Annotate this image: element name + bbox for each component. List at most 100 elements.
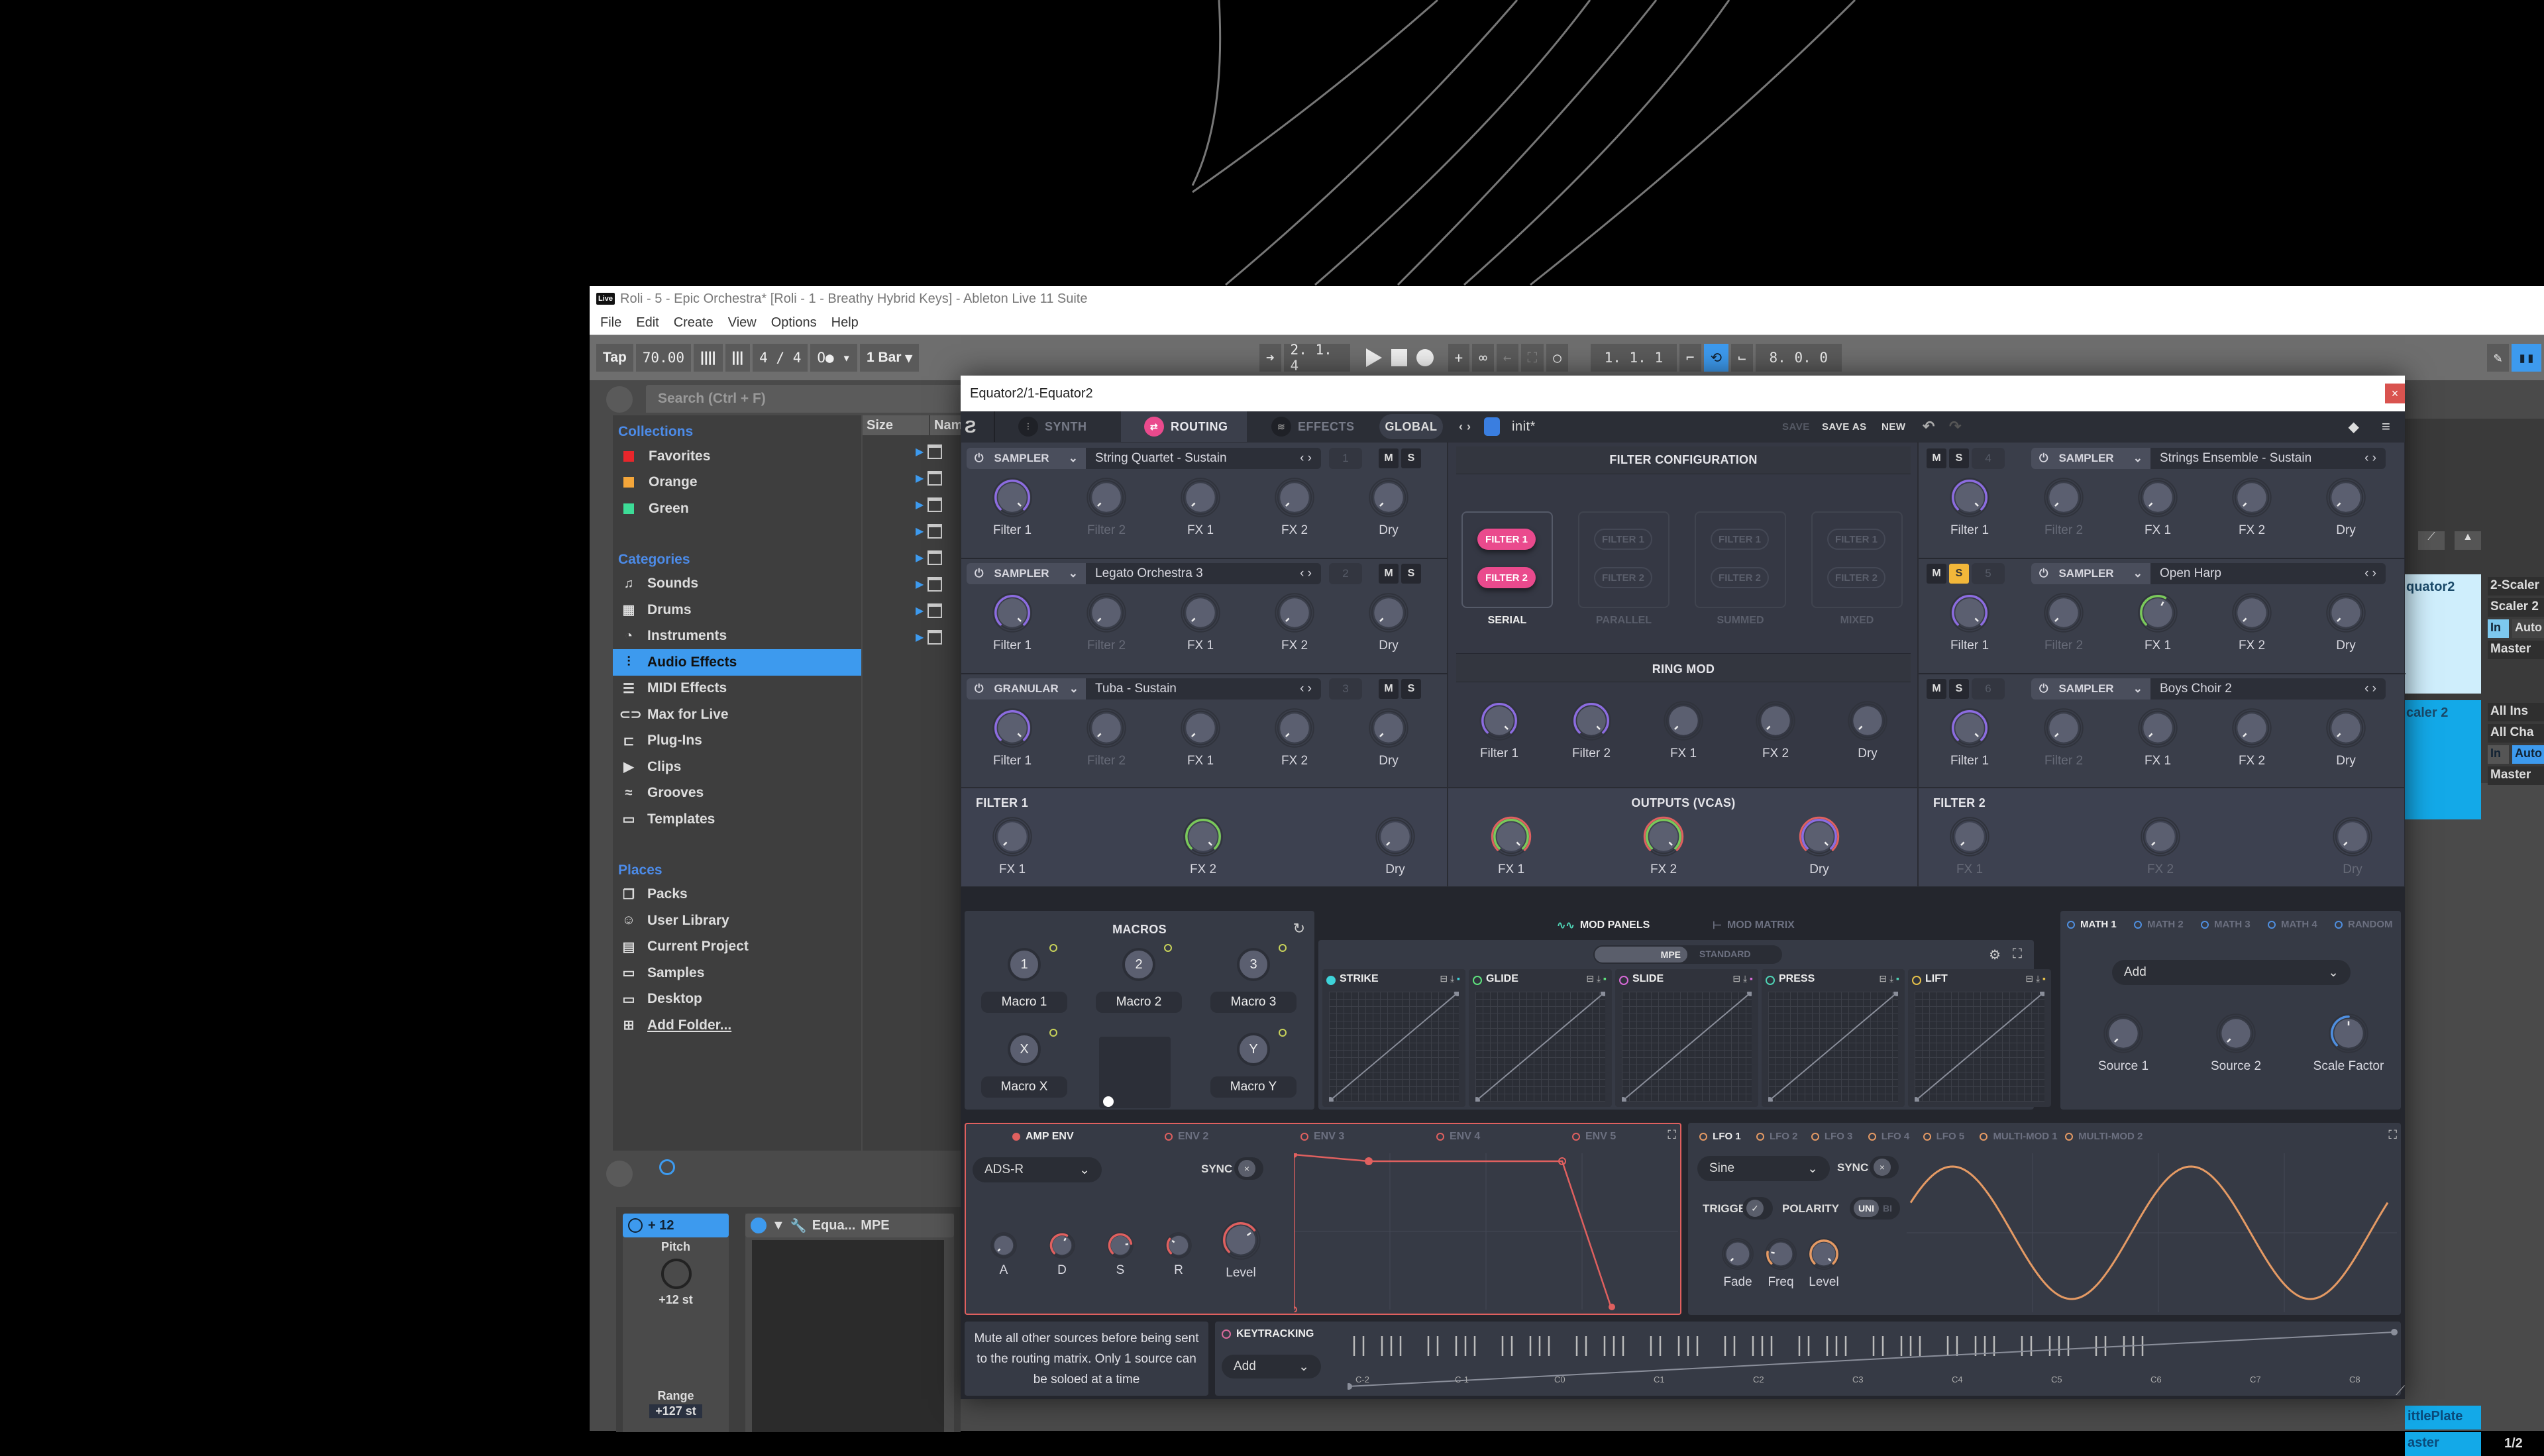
math-knob[interactable]: Scale Factor — [2312, 1010, 2385, 1074]
power-icon[interactable]: ⏻ — [2039, 682, 2048, 696]
lfo-tab-lfo-1[interactable]: LFO 1 — [1699, 1131, 1741, 1142]
math-knob[interactable]: Source 1 — [2087, 1010, 2160, 1074]
solo-button[interactable]: S — [1401, 448, 1421, 468]
env-sync-toggle[interactable]: × — [1234, 1157, 1263, 1180]
follow-icon[interactable]: ➜ — [1259, 344, 1281, 372]
place-addfolder[interactable]: ⊞ Add Folder... — [613, 1012, 861, 1039]
source-preset[interactable]: Strings Ensemble - Sustain ‹ › — [2150, 448, 2386, 469]
loop-toggle-icon[interactable]: ⟲ — [1703, 344, 1729, 372]
category-midi-effects[interactable]: ☰ MIDI Effects — [613, 676, 861, 702]
folder-row[interactable]: ▶ — [916, 521, 943, 541]
filter-output-knob[interactable]: FX 1 — [976, 813, 1049, 877]
mpe-curve-editor[interactable] — [1620, 990, 1754, 1104]
output-knob[interactable]: Dry — [1783, 813, 1856, 877]
folder-row[interactable]: ▶ — [916, 495, 943, 515]
expand-arrow-icon[interactable]: ▶ — [916, 604, 924, 617]
place-packs[interactable]: ❐ Packs — [613, 882, 861, 908]
pitch-device-header[interactable]: + 12 — [623, 1214, 729, 1237]
mute-button[interactable]: M — [1927, 679, 1946, 699]
source-preset[interactable]: Open Harp ‹ › — [2150, 563, 2386, 584]
expand-arrow-icon[interactable]: ▶ — [916, 445, 924, 458]
source-preset[interactable]: String Quartet - Sustain ‹ › — [1086, 448, 1321, 469]
play-icon[interactable] — [1365, 348, 1382, 367]
ring-mod-knob[interactable]: FX 2 — [1739, 698, 1812, 761]
punch-in-icon[interactable]: ⌐ — [1679, 344, 1701, 372]
source-type-select[interactable]: ⏻ SAMPLER ⌄ — [967, 448, 1086, 469]
track-io-select[interactable]: Master — [2488, 641, 2544, 659]
keytracking-mode-select[interactable]: Add ⌄ — [1222, 1355, 1321, 1378]
math-mode-select[interactable]: Add ⌄ — [2112, 960, 2351, 985]
headphones-icon[interactable] — [659, 1159, 675, 1175]
power-icon[interactable]: ⏻ — [975, 682, 983, 696]
route-knob-filter-1[interactable]: Filter 1 — [1933, 590, 2006, 653]
trigger-toggle[interactable]: ✓ — [1742, 1197, 1773, 1220]
menu-view[interactable]: View — [728, 315, 757, 331]
tab-mod-matrix[interactable]: ⊢ MOD MATRIX — [1713, 919, 1795, 932]
lfo-sync-toggle[interactable]: × — [1870, 1156, 1899, 1178]
power-icon[interactable]: ⏻ — [2039, 452, 2048, 465]
route-knob-fx-1[interactable]: FX 1 — [1164, 705, 1237, 768]
metronome-toggle[interactable]: O● ▾ — [810, 344, 857, 372]
arrangement-position[interactable]: 2. 1. 4 — [1283, 342, 1350, 374]
place-samples[interactable]: ▭ Samples — [613, 960, 861, 986]
route-knob-filter-2[interactable]: Filter 2 — [1070, 705, 1143, 768]
filter-output-knob[interactable]: FX 2 — [1167, 813, 1240, 877]
device-power-icon[interactable] — [751, 1218, 767, 1233]
route-knob-fx-1[interactable]: FX 1 — [1164, 474, 1237, 538]
nudge-down-icon[interactable]: |||| — [694, 344, 723, 372]
power-icon[interactable]: ⏻ — [2039, 567, 2048, 580]
menu-file[interactable]: File — [600, 315, 621, 331]
route-knob-dry[interactable]: Dry — [2309, 705, 2382, 768]
mpe-standard-toggle[interactable]: MPE STANDARD — [1593, 945, 1782, 964]
category-clips[interactable]: ▶ Clips — [613, 754, 861, 780]
ring-mod-knob[interactable]: Dry — [1831, 698, 1904, 761]
mpe-curve-editor[interactable] — [1913, 990, 2046, 1104]
route-knob-fx-2[interactable]: FX 2 — [1258, 705, 1331, 768]
menu-options[interactable]: Options — [771, 315, 817, 331]
preset-nav-icon[interactable]: ‹ › — [2364, 566, 2376, 581]
name-column-header[interactable]: Name — [930, 415, 970, 435]
route-knob-filter-1[interactable]: Filter 1 — [976, 590, 1049, 653]
filter-mode-serial[interactable] — [1461, 511, 1553, 608]
collection-orange[interactable]: Orange — [613, 470, 861, 496]
record-icon[interactable] — [1416, 349, 1434, 366]
macro-dial[interactable]: 1 — [1008, 948, 1041, 981]
mute-button[interactable]: M — [1379, 679, 1399, 699]
place-userlibrary[interactable]: ☺ User Library — [613, 908, 861, 934]
macro-dial[interactable]: X — [1008, 1033, 1041, 1066]
quantize-select[interactable]: 1 Bar ▾ — [859, 344, 919, 372]
mpe-curve-editor[interactable] — [1327, 990, 1461, 1104]
track-io-select[interactable]: All Ins — [2488, 703, 2544, 721]
preset-nav-icon[interactable]: ‹ › — [1300, 566, 1312, 581]
route-knob-fx-2[interactable]: FX 2 — [1258, 474, 1331, 538]
folder-row[interactable]: ▶ — [916, 627, 943, 647]
source-preset[interactable]: Legato Orchestra 3 ‹ › — [1086, 563, 1321, 584]
curve-icons[interactable]: ⊟ ⤓ ▪ — [1440, 973, 1460, 984]
range-value[interactable]: +127 st — [649, 1404, 702, 1418]
route-knob-filter-2[interactable]: Filter 2 — [2027, 590, 2100, 653]
math-tab-random[interactable]: RANDOM — [2335, 919, 2393, 930]
mpe-curve-editor[interactable] — [1766, 990, 1900, 1104]
category-plug-ins[interactable]: ⊏ Plug-Ins — [613, 728, 861, 754]
search-input[interactable]: Search (Ctrl + F) — [646, 385, 964, 413]
route-knob-filter-1[interactable]: Filter 1 — [976, 474, 1049, 538]
math-tab-math-2[interactable]: MATH 2 — [2134, 919, 2184, 930]
return-track[interactable]: ittlePlate — [2405, 1406, 2481, 1430]
category-drums[interactable]: ▦ Drums — [613, 597, 861, 623]
math-tab-math-3[interactable]: MATH 3 — [2201, 919, 2251, 930]
route-knob-dry[interactable]: Dry — [1352, 474, 1425, 538]
env-tab-env-3[interactable]: ENV 3 — [1300, 1131, 1344, 1143]
route-knob-dry[interactable]: Dry — [1352, 705, 1425, 768]
expand-arrow-icon[interactable]: ▶ — [916, 631, 924, 644]
session-record-icon[interactable]: ○ — [1546, 344, 1568, 372]
lfo-tab-lfo-2[interactable]: LFO 2 — [1756, 1131, 1797, 1142]
solo-button[interactable]: S — [1401, 564, 1421, 584]
route-knob-dry[interactable]: Dry — [1352, 590, 1425, 653]
route-knob-fx-1[interactable]: FX 1 — [2121, 474, 2194, 538]
macro-knob[interactable]: X Macro X — [978, 1029, 1071, 1102]
preset-nav-icon[interactable]: ‹ › — [1459, 411, 1471, 442]
filter-output-knob[interactable]: Dry — [1359, 813, 1432, 877]
route-knob-fx-2[interactable]: FX 2 — [2215, 474, 2288, 538]
route-knob-fx-2[interactable]: FX 2 — [1258, 590, 1331, 653]
macro-knob[interactable]: 3 Macro 3 — [1207, 944, 1300, 1017]
